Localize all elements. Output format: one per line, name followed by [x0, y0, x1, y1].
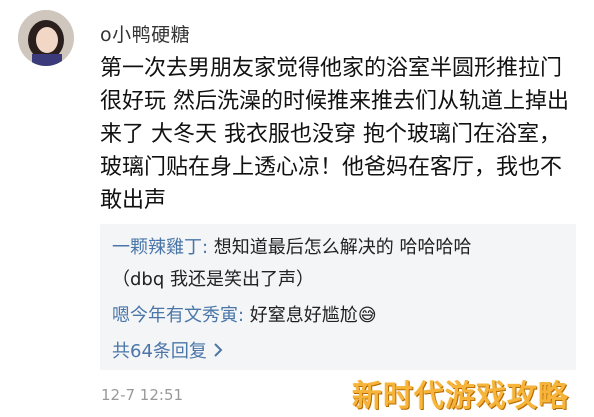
sweat-smile-emoji-icon: 😅	[357, 305, 377, 326]
post-timestamp: 12-7 12:51	[101, 386, 184, 404]
reply-item: 嗯今年有文秀寅: 好窒息好尴尬😅	[112, 300, 564, 332]
replies-box: 一颗辣雞丁: 想知道最后怎么解决的 哈哈哈哈 （dbq 我还是笑出了声） 嗯今年…	[100, 224, 576, 370]
more-replies-link[interactable]: 共64条回复	[112, 336, 564, 368]
reply-text-continued: （dbq 我还是笑出了声）	[112, 269, 314, 290]
avatar[interactable]	[18, 10, 74, 66]
reply-author[interactable]: 一颗辣雞丁:	[112, 237, 208, 258]
post-line: 敢出声	[100, 188, 167, 213]
more-replies-label: 共64条回复	[112, 341, 207, 362]
post-line: 玻璃门贴在身上透心凉！他爸妈在客厅，我也不	[100, 155, 563, 180]
reply-text: 想知道最后怎么解决的 哈哈哈哈	[208, 237, 472, 258]
watermark-text: 新时代游戏攻略	[352, 379, 569, 414]
chevron-right-icon	[213, 336, 223, 368]
post-username[interactable]: o小鸭硬糖	[100, 20, 190, 47]
post-line: 很好玩 然后洗澡的时候推来推去们从轨道上掉出	[100, 89, 569, 114]
avatar-image	[18, 10, 74, 66]
post-body: 第一次去男朋友家觉得他家的浴室半圆形推拉门 很好玩 然后洗澡的时候推来推去们从轨…	[100, 52, 574, 217]
post-line: 来了 大冬天 我衣服也没穿 抱个玻璃门在浴室，	[100, 122, 561, 147]
post-line: 第一次去男朋友家觉得他家的浴室半圆形推拉门	[100, 56, 563, 81]
reply-text: 好窒息好尴尬	[244, 305, 358, 326]
reply-author[interactable]: 嗯今年有文秀寅:	[112, 305, 244, 326]
reply-item: 一颗辣雞丁: 想知道最后怎么解决的 哈哈哈哈	[112, 232, 564, 264]
